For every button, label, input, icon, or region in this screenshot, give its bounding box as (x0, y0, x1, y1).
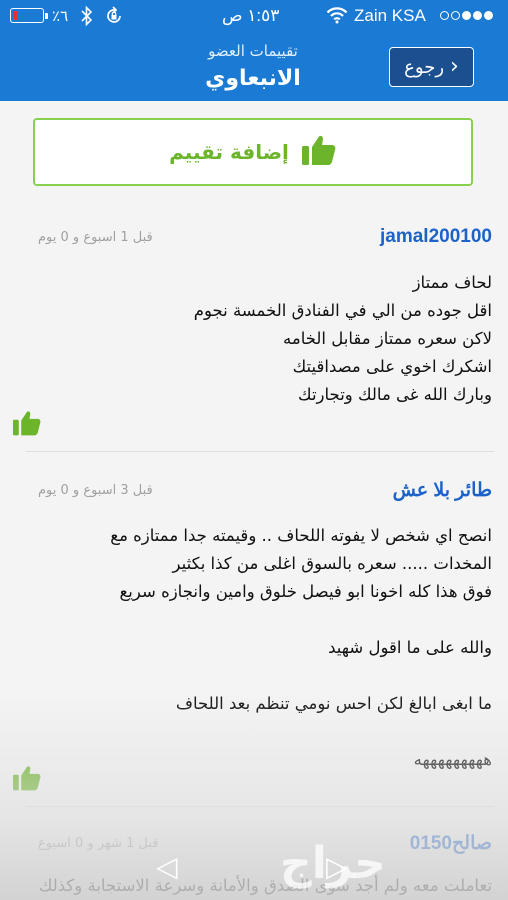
previous-arrow-icon[interactable]: ◁ (156, 850, 178, 883)
signal-dot (462, 11, 471, 20)
next-arrow-icon[interactable]: ▷ (326, 850, 348, 883)
battery-icon (10, 8, 48, 23)
back-button[interactable]: رجوع › (389, 47, 474, 87)
rotation-lock-icon (104, 5, 124, 32)
thumbs-up-icon[interactable] (12, 409, 42, 441)
review-text: لحاف ممتاز اقل جوده من الي في الفنادق ال… (193, 273, 492, 404)
divider (26, 451, 494, 452)
navigation-bar: تقييمات العضو الانبعاوي رجوع › (0, 34, 508, 101)
review-date: قبل 1 اسبوع و 0 يوم (38, 230, 153, 245)
add-rating-button[interactable]: إضافة تقييم (33, 118, 473, 186)
battery-percent: ٪٦ (52, 8, 69, 25)
reviews-list: إضافة تقييم jamal200100 قبل 1 اسبوع و 0 … (0, 101, 508, 900)
divider (26, 806, 494, 807)
signal-dot (440, 11, 449, 20)
signal-strength-icon (440, 11, 493, 20)
signal-dot (484, 11, 493, 20)
page-subtitle: تقييمات العضو (208, 42, 298, 60)
review-text: انصح اي شخص لا يفوته اللحاف .. وقيمته جد… (110, 526, 492, 769)
back-button-label: رجوع (404, 56, 445, 78)
status-bar: ٪٦ ١:٥٣ ص Zain KSA (0, 0, 508, 34)
thumbs-up-icon[interactable] (12, 764, 42, 796)
add-rating-label: إضافة تقييم (169, 140, 289, 164)
signal-dot (451, 11, 460, 20)
thumbs-up-icon (301, 133, 337, 172)
page-title: الانبعاوي (205, 66, 301, 91)
review-date: قبل 1 شهر و 0 اسبوع (38, 836, 159, 851)
review-text: تعاملت معه ولم أجد سوى الصدق والأمانة وس… (38, 876, 492, 895)
review-author[interactable]: صالح0150 (410, 832, 492, 855)
status-time: ١:٥٣ ص (222, 6, 280, 25)
signal-dot (473, 11, 482, 20)
wifi-icon (326, 6, 348, 29)
bluetooth-icon (80, 5, 94, 32)
review-author[interactable]: طائر بلا عش (393, 479, 492, 502)
review-date: قبل 3 اسبوع و 0 يوم (38, 483, 153, 498)
chevron-right-icon: › (450, 54, 459, 79)
carrier-name: Zain KSA (354, 6, 426, 25)
review-author[interactable]: jamal200100 (380, 226, 492, 248)
